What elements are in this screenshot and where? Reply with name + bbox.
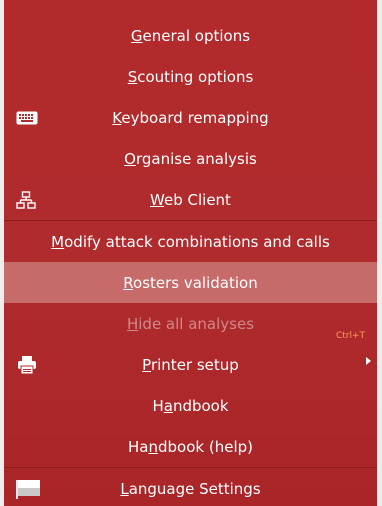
menu-item-modify-attack-combinations[interactable]: Modify attack combinations and calls [4, 221, 377, 262]
menu-item-label: Printer setup [142, 355, 239, 374]
menu-item-scouting-options[interactable]: Scouting options [4, 56, 377, 97]
menu-item-label: Hide all analyses [126, 314, 255, 333]
menu-item-label: Organise analysis [124, 149, 257, 168]
menu-item-hide-all-analyses[interactable]: Hide all analyses Ctrl+T [4, 303, 377, 344]
menu-item-language-settings[interactable]: Language Settings [4, 468, 377, 506]
printer-icon [18, 355, 36, 374]
menu-item-keyboard-remapping[interactable]: Keyboard remapping [4, 97, 377, 138]
shortcut-hint: Ctrl+T [335, 331, 365, 341]
menu-item-label: Web Client [150, 190, 231, 209]
menu-item-web-client[interactable]: Web Client [4, 179, 377, 220]
keyboard-icon [16, 111, 38, 124]
menu-item-handbook-help[interactable]: Handbook (help) [4, 426, 377, 467]
menu-item-label: Language Settings [120, 479, 261, 498]
menu-item-general-options[interactable]: General options [4, 15, 377, 56]
menu-item-label: Scouting options [127, 67, 254, 86]
menu-item-label: Modify attack combinations and calls [51, 232, 330, 251]
network-icon [16, 190, 36, 209]
menu-item-label: Rosters validation [123, 273, 258, 292]
menu-item-label: Handbook (help) [128, 437, 253, 456]
flag-icon [16, 479, 40, 499]
menu-item-organise-analysis[interactable]: Organise analysis [4, 138, 377, 179]
menu-item-label: Handbook [152, 396, 229, 415]
menu-item-handbook[interactable]: Handbook [4, 385, 377, 426]
menu-item-printer-setup[interactable]: Printer setup [4, 344, 377, 385]
context-menu: General options Scouting options Keyboar… [0, 0, 382, 506]
menu-item-label: General options [130, 26, 251, 45]
menu-item-label: Keyboard remapping [112, 108, 269, 127]
menu-item-rosters-validation[interactable]: Rosters validation [4, 262, 377, 303]
submenu-arrow-icon [366, 357, 371, 365]
